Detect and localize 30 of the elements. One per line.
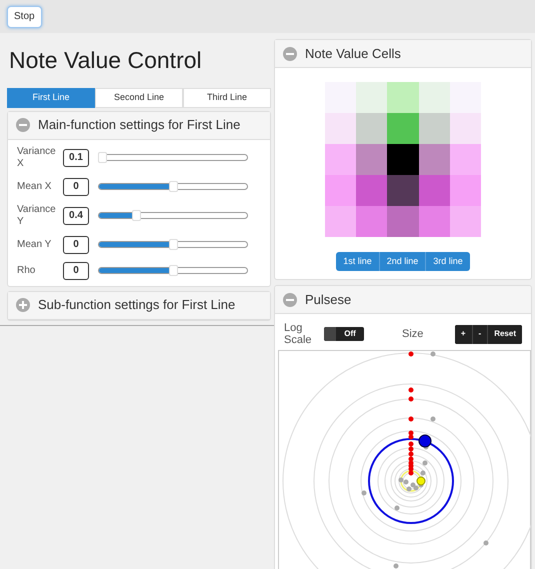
log-scale-label: Log Scale [284,322,313,346]
value-field[interactable]: 0 [63,236,89,254]
log-scale-toggle[interactable]: Off [324,327,364,341]
line-tab[interactable]: Second Line [95,88,183,108]
panel-title: Note Value Cells [305,44,401,63]
panel-title: Main-function settings for First Line [38,116,240,134]
value-field[interactable]: 0.1 [63,148,89,166]
param-label: Variance Y [17,204,57,228]
line-button[interactable]: 1st line [336,252,380,271]
param-label: Rho [17,264,36,276]
panel-header[interactable]: Pulsese [275,286,531,314]
line-tab[interactable]: First Line [7,88,95,108]
panel-title: Sub-function settings for First Line [38,296,236,314]
line-button[interactable]: 3rd line [426,252,470,271]
panel-title: Pulsese [305,290,352,309]
value-field[interactable]: 0 [63,178,89,196]
size-label: Size [402,326,424,342]
panel-header[interactable]: Note Value Cells [275,40,531,68]
size-button[interactable]: + [454,324,473,344]
param-label: Variance X [17,146,57,170]
stop-button[interactable]: Stop [7,6,42,28]
page-title: Note Value Control [9,46,203,75]
panel-header[interactable]: Sub-function settings for First Line [8,292,270,320]
panel-header[interactable]: Main-function settings for First Line [8,112,270,140]
value-field[interactable]: 0.4 [63,206,89,224]
param-label: Mean X [17,180,52,192]
line-button[interactable]: 2nd line [380,252,426,271]
value-field[interactable]: 0 [63,262,89,280]
param-label: Mean Y [17,238,52,250]
line-tab[interactable]: Third Line [183,88,271,108]
